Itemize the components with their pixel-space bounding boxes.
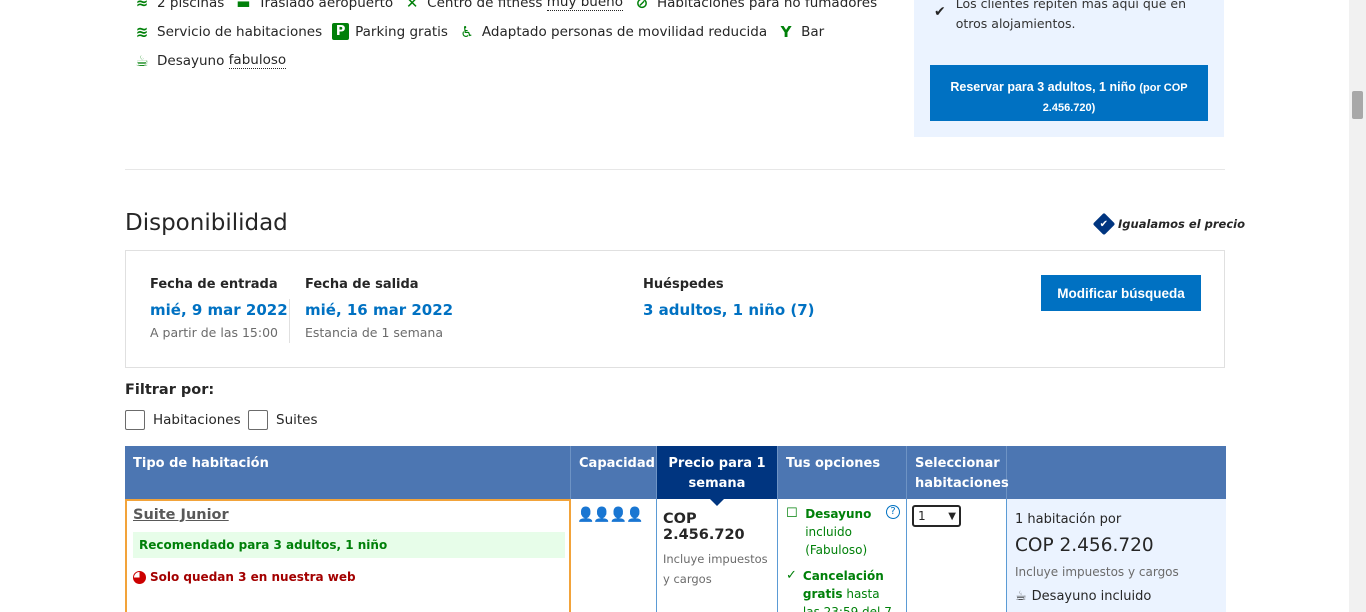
room-name-link[interactable]: Suite Junior [133,507,563,523]
checkin-column: Fecha de entrada mié, 9 mar 2022 A parti… [150,277,288,340]
room-price: COP 2.456.720 [663,511,745,543]
facility-fitness: ✕ Centro de fitness muy bueno [403,0,623,12]
page-scrollbar[interactable] [1349,0,1366,612]
header-select: Seleccionar habitaciones [907,446,1009,499]
price-cell: COP 2.456.720 Incluye impuestos y cargos [657,499,778,612]
breakfast-option: ☐ Desayuno incluido (Fabuloso) [786,506,872,557]
checkout-column: Fecha de salida mié, 16 mar 2022 Estanci… [305,277,454,340]
pool-icon: ≈ [135,0,149,12]
clock-icon [133,570,146,584]
repeat-guests-note: ✔ Los clientes repiten más aquí que en o… [934,0,1216,34]
rooms-table-header: Tipo de habitación Capacidad Precio para… [125,446,1226,506]
facilities-list: ≈2 piscinas ▬ Traslado aeropuerto ✕ Centro… [133,0,893,75]
cocktail-icon: Y [780,22,792,41]
chevron-down-icon: ▼ [948,510,956,522]
checkin-date[interactable]: mié, 9 mar 2022 [150,301,288,319]
table-row: Suite Junior Recomendado para 3 adultos,… [125,499,1226,612]
availability-title: Disponibilidad [125,210,288,236]
filter-suites[interactable]: Suites [248,410,318,430]
select-cell: 1 ▼ [907,499,1007,612]
reserve-button[interactable]: Reservar para 3 adultos, 1 niño (por COP… [930,65,1208,121]
facilities-row: ☕ Desayuno fabuloso [133,46,893,75]
header-room-type: Tipo de habitación [125,446,571,499]
coffee-icon: ☕ [135,51,149,70]
capacity-cell: 👤👤👤👤 [571,499,657,612]
summary-cell: 1 habitación por COP 2.456.720 Incluye i… [1007,499,1226,612]
parking-icon: P [332,23,350,40]
filter-title: Filtrar por: [125,382,215,398]
rooms-checkbox[interactable] [125,410,145,430]
filter-rooms[interactable]: Habitaciones [125,410,241,430]
breakfast-rating[interactable]: fabuloso [228,52,287,69]
shield-check-icon: ✔ [1092,212,1116,236]
facility-parking: P Parking gratis [332,23,448,40]
header-price: Precio para 1 semana [657,446,778,506]
facility-bar: Y Bar [777,22,825,41]
price-match-link[interactable]: ✔ Igualamos el precio [1092,212,1245,236]
recommended-badge: Recomendado para 3 adultos, 1 niño [133,532,565,558]
facility-accessible: ♿ Adaptado personas de movilidad reducida [458,23,767,41]
facility-room-service: ≋ Servicio de habitaciones [133,23,322,41]
checkmark-icon: ✓ [786,568,797,583]
fitness-icon: ✕ [405,0,419,12]
options-cell: ? ☐ Desayuno incluido (Fabuloso) ✓ Cancel… [778,499,907,612]
modify-search-button[interactable]: Modificar búsqueda [1041,275,1201,311]
facilities-row: ≋ Servicio de habitaciones P Parking grati… [133,17,893,46]
facilities-row: ≈2 piscinas ▬ Traslado aeropuerto ✕ Centro… [133,0,893,17]
header-capacity: Capacidad [571,446,657,499]
facility-non-smoking: ⊘ Habitaciones para no fumadores [633,0,877,12]
facility-breakfast: ☕ Desayuno fabuloso [133,51,287,70]
shuttle-icon: ▬ [236,0,251,12]
cancellation-option: ✓ Cancelación gratis hasta las 23:59 del… [786,567,898,612]
person-icons: 👤👤👤👤 [577,507,644,523]
column-divider [289,299,290,343]
search-summary-box: Fecha de entrada mié, 9 mar 2022 A parti… [125,250,1225,368]
checkout-date[interactable]: mié, 16 mar 2022 [305,301,453,319]
fitness-rating[interactable]: muy bueno [546,0,623,11]
header-options: Tus opciones [778,446,907,499]
facility-pools: ≈2 piscinas [133,0,225,12]
room-quantity-select[interactable]: 1 ▼ [912,505,961,527]
booking-summary-panel: ✔ Los clientes repiten más aquí que en o… [914,0,1224,137]
guests-column: Huéspedes 3 adultos, 1 niño (7) [643,277,815,319]
wheelchair-icon: ♿ [460,22,474,41]
cup-icon: ☐ [786,506,798,521]
summary-price: COP 2.456.720 [1015,535,1154,556]
rooms-left-badge: Solo quedan 3 en nuestra web [133,570,563,584]
help-icon[interactable]: ? [886,505,900,519]
coffee-icon: ☕ [1015,589,1027,604]
facility-airport-shuttle: ▬ Traslado aeropuerto [234,0,393,12]
summary-breakfast: ☕ Desayuno incluido [1015,589,1152,604]
no-smoking-icon: ⊘ [635,0,649,12]
room-service-icon: ≋ [135,22,149,41]
guests-value[interactable]: 3 adultos, 1 niño (7) [643,301,815,319]
checkmark-icon: ✔ [934,4,946,20]
room-type-cell: Suite Junior Recomendado para 3 adultos,… [125,499,571,612]
scrollbar-thumb[interactable] [1352,91,1363,119]
header-summary [1007,446,1226,499]
section-divider [125,169,1225,170]
suites-checkbox[interactable] [248,410,268,430]
